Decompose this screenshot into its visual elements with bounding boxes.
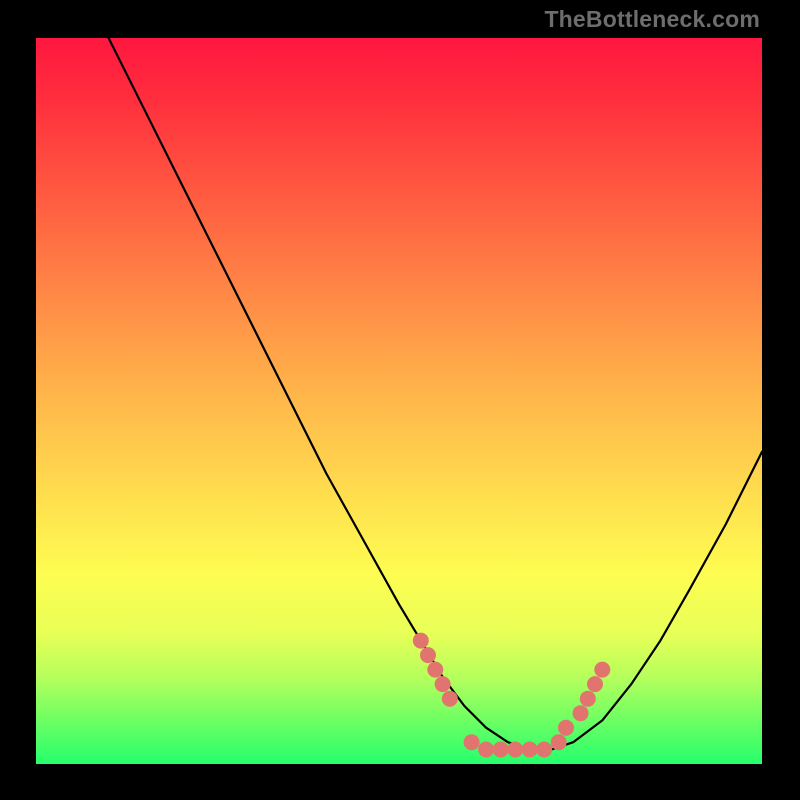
marker-dot: [594, 662, 610, 678]
marker-dot: [580, 691, 596, 707]
marker-dot: [413, 633, 429, 649]
highlight-dots: [413, 633, 611, 758]
marker-dot: [551, 734, 567, 750]
marker-dot: [442, 691, 458, 707]
chart-frame: TheBottleneck.com: [0, 0, 800, 800]
watermark-text: TheBottleneck.com: [544, 6, 760, 33]
marker-dot: [420, 647, 436, 663]
marker-dot: [558, 720, 574, 736]
bottleneck-curve: [109, 38, 762, 750]
marker-dot: [435, 676, 451, 692]
marker-dot: [522, 742, 538, 758]
curve-svg: [36, 38, 762, 764]
marker-dot: [478, 742, 494, 758]
marker-dot: [493, 742, 509, 758]
marker-dot: [536, 742, 552, 758]
marker-dot: [507, 742, 523, 758]
marker-dot: [427, 662, 443, 678]
marker-dot: [587, 676, 603, 692]
plot-area: [36, 38, 762, 764]
marker-dot: [464, 734, 480, 750]
marker-dot: [573, 705, 589, 721]
